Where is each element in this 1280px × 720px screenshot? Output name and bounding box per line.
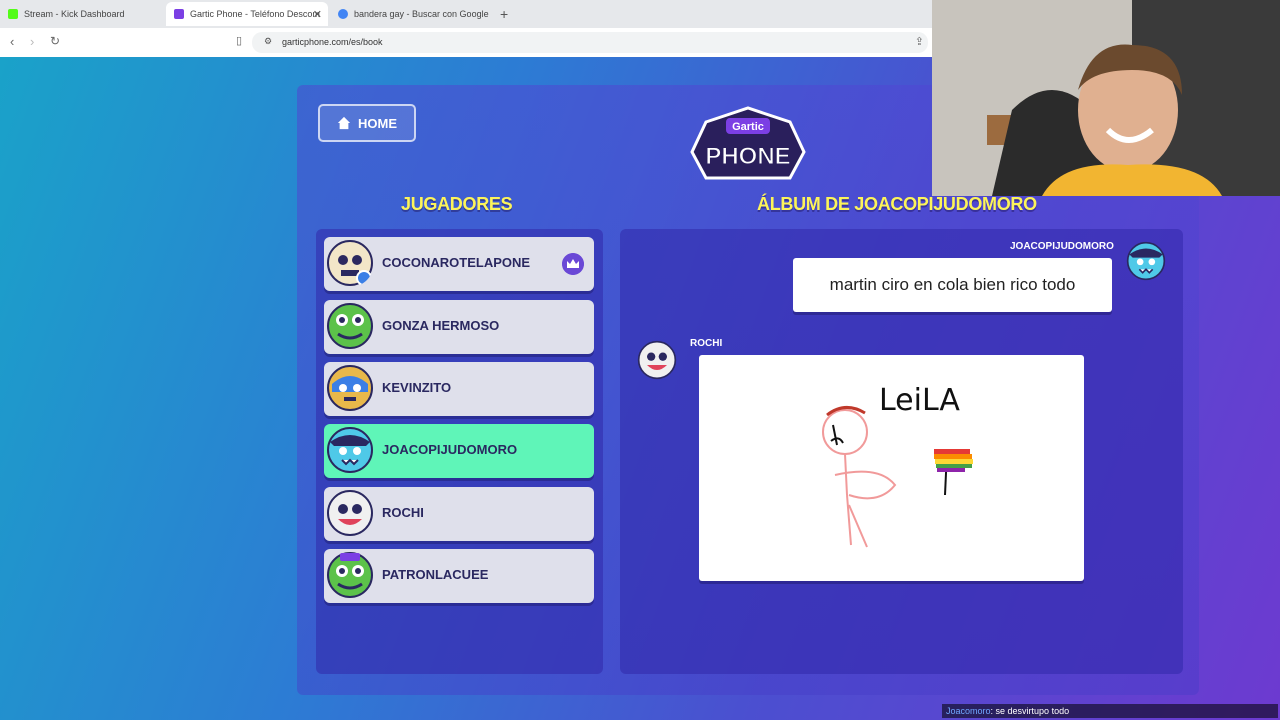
chat-message-text: : se desvirtupo todo <box>990 706 1070 716</box>
tab-title: Gartic Phone - Teléfono Descom <box>190 9 320 19</box>
forward-icon[interactable]: › <box>30 34 34 49</box>
share-icon[interactable]: ⇪ <box>915 35 924 48</box>
tab-strip: Stream - Kick Dashboard Gartic Phone - T… <box>0 0 932 28</box>
browser-chrome: Stream - Kick Dashboard Gartic Phone - T… <box>0 0 932 57</box>
svg-text:LeiLA: LeiLA <box>879 383 960 418</box>
site-info-icon[interactable]: ⚙ <box>264 36 272 47</box>
gartic-phone-logo: Gartic PHONE <box>690 106 806 180</box>
player-row: GONZA HERMOSO <box>324 300 594 354</box>
address-bar[interactable]: ⚙ garticphone.com/es/book ⇪ <box>252 32 928 53</box>
gartic-favicon-icon <box>174 9 184 19</box>
tab-title: Stream - Kick Dashboard <box>24 9 125 19</box>
player-row: KEVINZITO <box>324 362 594 416</box>
player-row: PATRONLACUEE <box>324 549 594 603</box>
stream-chat-message: Joacomoro: se desvirtupo todo <box>942 704 1278 718</box>
skull-avatar-icon <box>327 240 373 286</box>
player-name: COCONAROTELAPONE <box>382 255 531 270</box>
vampire-avatar-icon <box>1126 241 1166 281</box>
tab-gartic-phone[interactable]: Gartic Phone - Teléfono Descom ✕ <box>166 2 328 26</box>
new-tab-icon[interactable]: + <box>500 6 508 22</box>
google-favicon-icon <box>338 9 348 19</box>
clown-avatar-icon <box>637 340 677 380</box>
kick-favicon-icon <box>8 9 18 19</box>
phrase-text: martin ciro en cola bien rico todo <box>829 275 1076 294</box>
album-heading: ÁLBUM DE JOACOPIJUDOMORO <box>757 194 1037 214</box>
vampire-avatar-icon <box>327 427 373 473</box>
player-row: ROCHI <box>324 487 594 541</box>
drawing-canvas: LeiLA <box>699 355 1084 581</box>
player-name: ROCHI <box>382 505 424 520</box>
home-icon <box>337 116 351 130</box>
player-name: JOACOPIJUDOMORO <box>382 442 518 457</box>
player-name: PATRONLACUEE <box>382 567 489 582</box>
player-name: GONZA HERMOSO <box>382 318 500 333</box>
entry-author: ROCHI <box>690 338 723 349</box>
player-name: KEVINZITO <box>382 380 452 395</box>
player-row: COCONAROTELAPONE <box>324 237 594 291</box>
clown-avatar-icon <box>327 490 373 536</box>
back-icon[interactable]: ‹ <box>10 34 14 49</box>
svg-text:Gartic: Gartic <box>732 121 764 133</box>
phrase-bubble: martin ciro en cola bien rico todo <box>793 258 1112 312</box>
url-text: garticphone.com/es/book <box>282 37 383 47</box>
tab-google-search[interactable]: bandera gay - Buscar con Google <box>330 2 496 26</box>
entry-author: JOACOPIJUDOMORO <box>1010 241 1114 252</box>
bookmark-icon[interactable]: ▯ <box>236 34 242 47</box>
player-row-active: JOACOPIJUDOMORO <box>324 424 594 478</box>
frog-avatar-icon <box>327 303 373 349</box>
nav-bar: ‹ › ↻ ▯ ⚙ garticphone.com/es/book ⇪ <box>0 28 932 57</box>
tab-kick-dashboard[interactable]: Stream - Kick Dashboard <box>0 2 164 26</box>
chat-username: Joacomoro <box>946 706 991 716</box>
webcam-overlay <box>932 0 1280 196</box>
close-tab-icon[interactable]: ✕ <box>313 8 322 21</box>
frog-avatar-icon <box>327 552 373 598</box>
luchador-avatar-icon <box>327 365 373 411</box>
svg-text:PHONE: PHONE <box>705 143 790 170</box>
tab-title: bandera gay - Buscar con Google <box>354 9 489 19</box>
home-label: HOME <box>358 115 397 131</box>
players-heading: JUGADORES <box>401 194 513 214</box>
streamer-webcam-image <box>932 0 1280 196</box>
home-button[interactable]: HOME <box>318 104 416 142</box>
reload-icon[interactable]: ↻ <box>50 34 60 48</box>
drawing-sketch: LeiLA <box>822 383 973 548</box>
crown-icon <box>562 253 584 275</box>
